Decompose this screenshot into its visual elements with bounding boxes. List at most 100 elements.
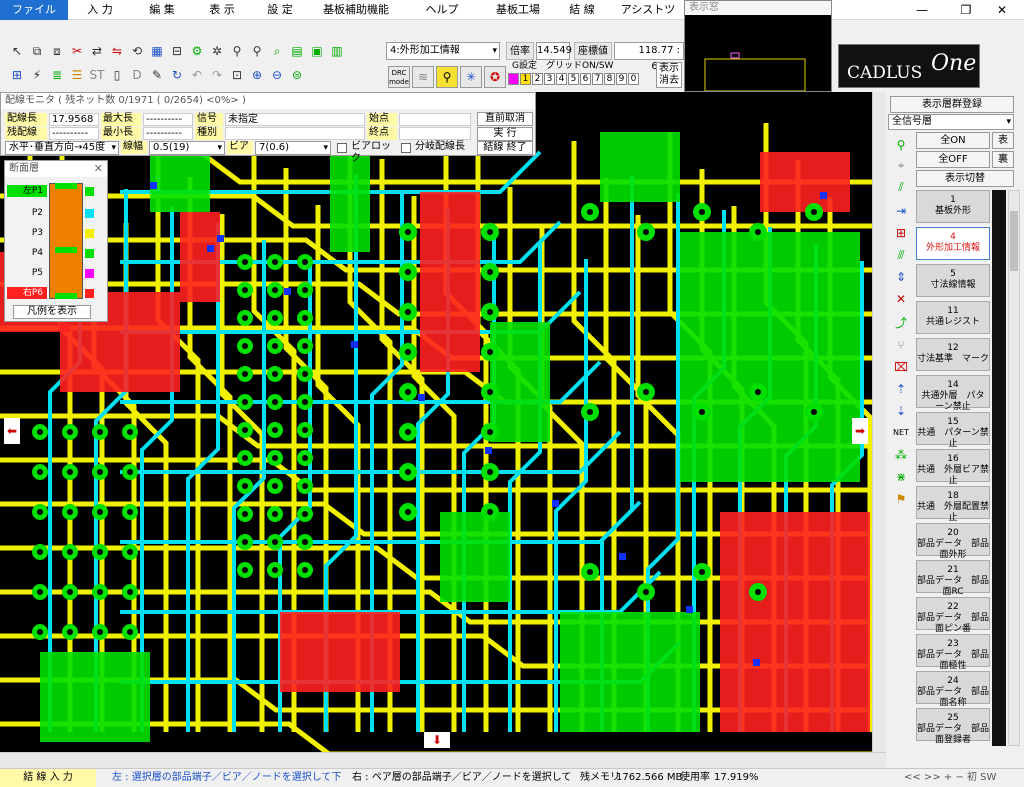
layer-color-icon[interactable]: ☰ <box>68 66 86 84</box>
find-icon[interactable]: ⚲ <box>228 42 246 60</box>
navigation-controls[interactable]: << >> + − 初 SW <box>904 769 1022 787</box>
net-icon[interactable]: NET <box>892 424 910 442</box>
up-layer-icon[interactable]: ⇡ <box>892 380 910 398</box>
down-layer-icon[interactable]: ⇣ <box>892 402 910 420</box>
grid-button-0[interactable]: 0 <box>628 73 639 85</box>
undo-icon[interactable]: ↶ <box>188 66 206 84</box>
cross-out-icon[interactable]: ✕ <box>892 290 910 308</box>
wifi-icon[interactable]: ≋ <box>412 66 434 88</box>
section-layer-p4[interactable]: P4 <box>7 247 47 259</box>
width-combo[interactable]: 0.5(19) ▾ <box>149 141 225 155</box>
connector-icon[interactable]: ▥ <box>328 42 346 60</box>
finish-routing-button[interactable]: 結線 終了 <box>477 141 533 155</box>
route-icon[interactable]: ⤴ <box>892 314 910 332</box>
grid-color-swatch[interactable] <box>508 73 519 85</box>
part-icon[interactable]: ⚙ <box>188 42 206 60</box>
grid-button-1[interactable]: 1 <box>520 73 531 85</box>
zoom-fit-icon[interactable]: ⊡ <box>228 66 246 84</box>
layer-combo[interactable]: 4:外形加工情報 ▾ <box>386 42 500 60</box>
all-off-button[interactable]: 全OFF <box>916 151 990 168</box>
register-layer-group-button[interactable]: 表示層群登録 <box>890 96 1014 113</box>
scroll-right-arrow-icon[interactable]: ➡ <box>852 418 868 444</box>
mirror-icon[interactable]: ⇋ <box>108 42 126 60</box>
select-arrow-icon[interactable]: ↖ <box>8 42 26 60</box>
grid-button-4[interactable]: 4 <box>556 73 567 85</box>
highlight-icon[interactable]: ⚲ <box>436 66 458 88</box>
section-layer-p2[interactable]: P2 <box>7 207 47 219</box>
via-combo[interactable]: 7(0.6) ▾ <box>255 141 331 155</box>
minimize-button[interactable]: — <box>900 0 944 20</box>
layer-list-scrollbar[interactable] <box>1008 190 1020 746</box>
menu-wiring[interactable]: 結 線 <box>560 0 604 20</box>
vertical-move-icon[interactable]: ⇕ <box>892 268 910 286</box>
menu-help[interactable]: ヘルプ <box>420 0 464 20</box>
grid-button-3[interactable]: 3 <box>544 73 555 85</box>
layer-button-14[interactable]: 14 共通外層 パターン禁止 <box>916 375 990 412</box>
cursor-icon[interactable]: ⌖ <box>892 156 910 174</box>
layer-button-12[interactable]: 12 寸法基準 マーク <box>916 338 990 371</box>
layer-button-11[interactable]: 11 共通レジスト <box>916 301 990 334</box>
array-icon[interactable]: ▦ <box>148 42 166 60</box>
delete-route-icon[interactable]: ⌧ <box>892 358 910 376</box>
grid-snap-icon[interactable]: ⊞ <box>8 66 26 84</box>
grid-button-2[interactable]: 2 <box>532 73 543 85</box>
layer-button-24[interactable]: 24 部品データ 部品面名称 <box>916 671 990 708</box>
branch-length-checkbox[interactable] <box>401 143 411 153</box>
layer-button-15[interactable]: 15 共通 パターン禁止 <box>916 412 990 449</box>
toggle-display-button[interactable]: 表示切替 <box>916 170 1014 187</box>
drc-mode-button[interactable]: DRC mode <box>388 66 410 88</box>
layer-stack-icon[interactable]: ≣ <box>48 66 66 84</box>
section-layer-p6[interactable]: 右P6 <box>7 287 47 299</box>
link-icon[interactable]: ⊞ <box>892 224 910 242</box>
filter-icon[interactable]: ⌕ <box>268 42 286 60</box>
grid-button-9[interactable]: 9 <box>616 73 627 85</box>
parallel-icon[interactable]: ⫻ <box>892 246 910 264</box>
refresh-icon[interactable]: ↻ <box>168 66 186 84</box>
close-icon[interactable]: ✕ <box>94 162 103 175</box>
grid-button-5[interactable]: 5 <box>568 73 579 85</box>
menu-board-assist[interactable]: 基板補助機能 <box>316 0 396 20</box>
layer-button-1[interactable]: 1 基板外形 <box>916 190 990 223</box>
cut-icon[interactable]: ✂ <box>68 42 86 60</box>
layer-button-20[interactable]: 20 部品データ 部品面外形 <box>916 523 990 560</box>
grid-button-7[interactable]: 7 <box>592 73 603 85</box>
measure-icon[interactable]: ⊟ <box>168 42 186 60</box>
edit-icon[interactable]: ✎ <box>148 66 166 84</box>
menu-edit[interactable]: 編 集 <box>140 0 184 20</box>
layer-button-4[interactable]: 4 外形加工情報 <box>916 227 990 260</box>
search-part-icon[interactable]: ⚲ <box>248 42 266 60</box>
back-button[interactable]: 裏 <box>992 151 1014 168</box>
execute-button[interactable]: 実 行 <box>477 127 533 141</box>
all-on-button[interactable]: 全ON <box>916 132 990 149</box>
layer-button-23[interactable]: 23 部品データ 部品面極性 <box>916 634 990 671</box>
zoom-out-icon[interactable]: ⊖ <box>268 66 286 84</box>
node-icon[interactable]: ⁂ <box>892 446 910 464</box>
section-layer-p3[interactable]: P3 <box>7 227 47 239</box>
board-icon[interactable]: ▤ <box>288 42 306 60</box>
menu-input[interactable]: 入 力 <box>78 0 122 20</box>
chip-icon[interactable]: ▣ <box>308 42 326 60</box>
scroll-down-arrow-icon[interactable]: ⬇ <box>424 732 450 748</box>
layer-group-combo[interactable]: 全信号層 ▾ <box>888 114 1014 130</box>
via-lock-checkbox[interactable] <box>337 143 347 153</box>
show-legend-button[interactable]: 凡例を表示 <box>13 305 91 319</box>
layer-button-5[interactable]: 5 寸法線情報 <box>916 264 990 297</box>
section-layer-p1[interactable]: 左P1 <box>7 185 47 197</box>
library-icon[interactable]: ▯ <box>108 66 126 84</box>
undo-last-button[interactable]: 直前取消 <box>477 112 533 126</box>
menu-settings[interactable]: 設 定 <box>258 0 302 20</box>
rotate-icon[interactable]: ⟲ <box>128 42 146 60</box>
redo-icon[interactable]: ↷ <box>208 66 226 84</box>
pcb-canvas[interactable]: ⬅ ➡ ⬇ <box>0 92 872 752</box>
gate-icon[interactable]: ✲ <box>208 42 226 60</box>
branch-icon[interactable]: ⑂ <box>892 336 910 354</box>
layer-toggle-icon[interactable]: ⊜ <box>288 66 306 84</box>
pin-icon[interactable]: ⚡ <box>28 66 46 84</box>
layer-button-25[interactable]: 25 部品データ 部品面登録者 <box>916 708 990 745</box>
layer-button-18[interactable]: 18 共通 外層配置禁止 <box>916 486 990 523</box>
canvas-vertical-scrollbar[interactable] <box>872 92 886 752</box>
close-button[interactable]: ✕ <box>980 0 1024 20</box>
canvas-horizontal-scrollbar[interactable] <box>0 752 886 768</box>
pin-swap-icon[interactable]: ⚑ <box>892 490 910 508</box>
menu-board-factory[interactable]: 基板工場 <box>490 0 546 20</box>
